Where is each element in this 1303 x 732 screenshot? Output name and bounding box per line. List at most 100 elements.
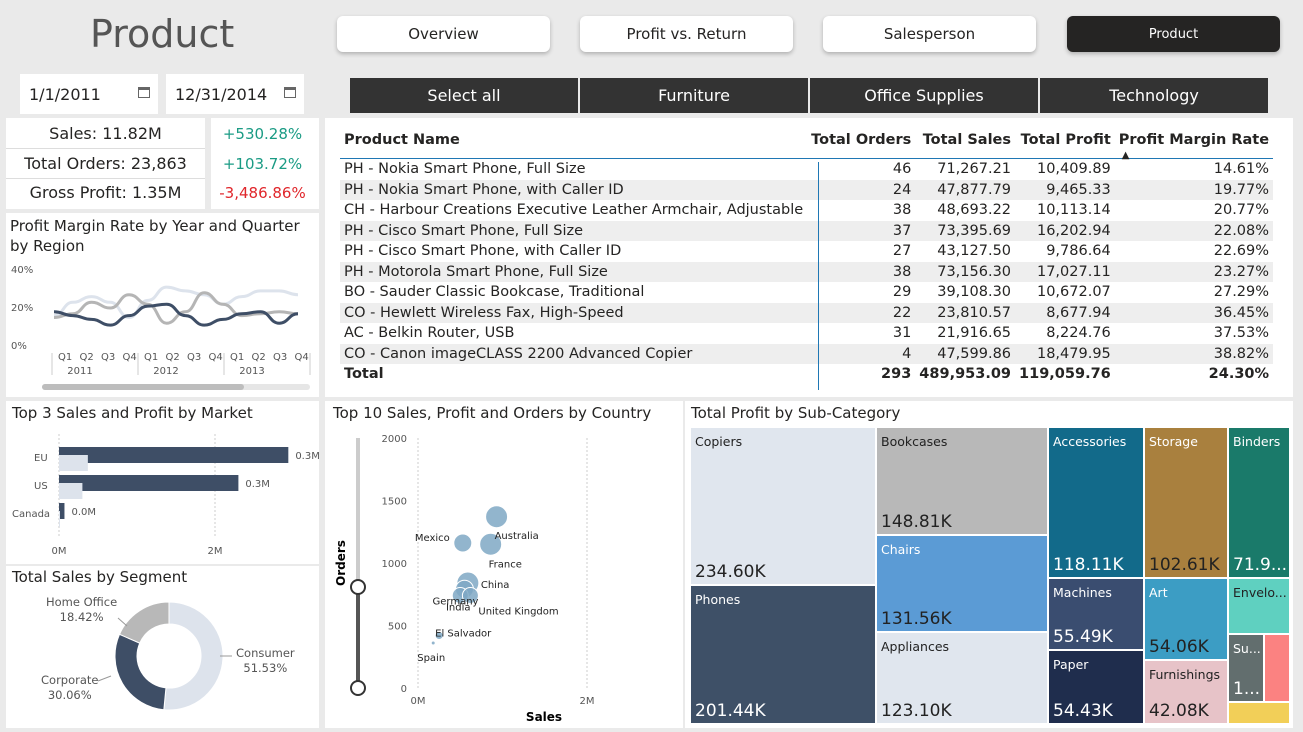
cell-value: 47,599.86 — [937, 345, 1012, 362]
x-tick-label: Q3 — [101, 352, 115, 363]
y-tick-label: 2000 — [382, 434, 407, 445]
col-product-name[interactable]: Product Name — [340, 122, 807, 159]
nav-profit-vs-return-button[interactable]: Profit vs. Return — [580, 16, 793, 52]
category-label: US — [34, 481, 48, 492]
treemap-cell-label: Envelo... — [1233, 585, 1287, 600]
treemap-cell[interactable]: Accessories 118.11K — [1048, 427, 1144, 578]
treemap-cell[interactable]: Machines 55.49K — [1048, 578, 1144, 650]
bubble — [485, 505, 509, 529]
treemap-cell-label: Paper — [1053, 657, 1089, 672]
col-profit-margin-rate[interactable]: Profit Margin Rate ▲ — [1115, 122, 1273, 161]
legend-consumer: Consumer 51.53% — [236, 646, 295, 676]
y-tick-label: 40% — [11, 265, 33, 276]
cell-value: 8,224.76 — [1046, 325, 1111, 342]
kpi-sales-change: +530.28% — [222, 124, 303, 143]
profit-bar — [59, 455, 88, 471]
col-total-profit[interactable]: Total Profit — [1015, 122, 1115, 159]
treemap-cell-label: Copiers — [695, 434, 743, 449]
treemap-cell-value: 54.06K — [1149, 637, 1209, 657]
x-tick-label: Q4 — [123, 352, 137, 363]
table-row[interactable]: BO - Sauder Classic Bookcase, Traditiona… — [340, 282, 1274, 303]
scatter-chart: 0M 2M 2000 1500 1000 500 0 Sales Orders Australia… — [334, 434, 595, 724]
total-label: Total — [344, 366, 384, 383]
table-row[interactable]: PH - Nokia Smart Phone, Full Size 46 71,26… — [340, 158, 1274, 180]
table-row[interactable]: CH - Harbour Creations Executive Leather… — [340, 200, 1274, 221]
cell-value: 19.77% — [1213, 181, 1270, 198]
bubble — [453, 533, 473, 553]
page-title: Product — [90, 12, 235, 56]
y-tick-label: 500 — [388, 622, 407, 633]
year-label: 2013 — [239, 366, 264, 377]
category-label: Canada — [12, 509, 50, 520]
treemap-cell[interactable]: Appliances 123.10K — [876, 632, 1048, 724]
slicer-office-supplies[interactable]: Office Supplies — [810, 78, 1038, 113]
end-date-input[interactable]: 12/31/2014 — [166, 74, 304, 114]
calendar-icon[interactable] — [284, 87, 296, 98]
end-date-value: 12/31/2014 — [175, 84, 268, 104]
x-tick-label: Q4 — [209, 352, 223, 363]
treemap-cell[interactable]: Storage 102.61K — [1144, 427, 1228, 578]
cell-value: 21,916.65 — [937, 325, 1012, 342]
table-row[interactable]: PH - Motorola Smart Phone, Full Size 38 73… — [340, 261, 1274, 282]
treemap-cell[interactable]: Art 54.06K — [1144, 578, 1228, 660]
treemap-cell-value: 42.08K — [1149, 701, 1209, 721]
nav-overview-button[interactable]: Overview — [337, 16, 550, 52]
cell-value: 22.08% — [1213, 222, 1270, 239]
year-label: 2012 — [153, 366, 178, 377]
table-row[interactable]: CO - Canon imageCLASS 2200 Advanced Copi… — [340, 343, 1274, 364]
treemap-cell[interactable]: Furnishings 42.08K — [1144, 660, 1228, 724]
treemap-cell[interactable]: Binders 71.9... — [1228, 427, 1290, 578]
treemap-cell[interactable]: Paper 54.43K — [1048, 650, 1144, 724]
y-tick-label: 1000 — [382, 559, 407, 570]
cell-product-name: PH - Cisco Smart Phone, with Caller ID — [344, 243, 622, 260]
table-row[interactable]: CO - Hewlett Wireless Fax, High-Speed 22 2… — [340, 302, 1274, 323]
col-total-orders[interactable]: Total Orders — [807, 122, 915, 159]
total-value: 24.30% — [1208, 366, 1270, 383]
treemap-cell[interactable]: Envelo... — [1228, 578, 1290, 634]
range-slider-handle[interactable] — [350, 680, 366, 696]
x-tick-label: Q3 — [273, 352, 287, 363]
cell-product-name: AC - Belkin Router, USB — [344, 325, 515, 342]
profit-bar — [59, 483, 83, 499]
sales-bar — [59, 447, 289, 463]
data-label: 0.3M — [245, 479, 270, 490]
market-chart-card: Top 3 Sales and Profit by Market 0M 2M EU 0… — [6, 401, 319, 564]
table-row[interactable]: PH - Nokia Smart Phone, with Caller ID 24… — [340, 179, 1274, 200]
treemap-cell[interactable]: Chairs 131.56K — [876, 535, 1048, 632]
treemap-cell[interactable]: Bookcases 148.81K — [876, 427, 1048, 535]
treemap-cell[interactable]: Su... 1... — [1228, 634, 1264, 702]
slicer-select-all[interactable]: Select all — [350, 78, 578, 113]
x-tick-label: Q1 — [230, 352, 244, 363]
range-slider-handle[interactable] — [350, 579, 366, 595]
nav-salesperson-button[interactable]: Salesperson — [823, 16, 1036, 52]
cell-value: 48,693.22 — [937, 202, 1012, 219]
cell-value: 17,027.11 — [1036, 263, 1111, 280]
segment-chart-card: Total Sales by Segment Home Office 18.42… — [6, 566, 319, 728]
cell-value: 37.53% — [1213, 325, 1270, 342]
col-total-sales[interactable]: Total Sales — [915, 122, 1015, 159]
treemap-cell-value: 55.49K — [1053, 627, 1113, 647]
legend-home-office: Home Office 18.42% — [46, 595, 117, 625]
cell-value: 37 — [892, 222, 912, 239]
cell-value: 39,108.30 — [937, 284, 1012, 301]
treemap-cell[interactable]: Copiers 234.60K — [690, 427, 876, 585]
category-label: EU — [34, 453, 48, 464]
bubble-label: India — [446, 603, 471, 614]
table-row[interactable]: PH - Cisco Smart Phone, Full Size 37 73,39… — [340, 220, 1274, 241]
treemap-cell-label: Appliances — [881, 639, 950, 654]
nav-product-button[interactable]: Product — [1067, 16, 1280, 52]
treemap-cell-value: 123.10K — [881, 701, 952, 721]
cell-value: 73,395.69 — [937, 222, 1012, 239]
treemap-cell[interactable]: Phones 201.44K — [690, 585, 876, 724]
slicer-technology[interactable]: Technology — [1040, 78, 1268, 113]
table-row[interactable]: PH - Cisco Smart Phone, with Caller ID 27… — [340, 241, 1274, 262]
sort-ascending-icon: ▲ — [1121, 150, 1130, 161]
treemap-cell[interactable] — [1264, 634, 1290, 702]
cell-value: 22.69% — [1213, 243, 1270, 260]
start-date-input[interactable]: 1/1/2011 — [20, 74, 158, 114]
slicer-furniture[interactable]: Furniture — [580, 78, 808, 113]
calendar-icon[interactable] — [138, 87, 150, 98]
treemap-cell[interactable] — [1228, 702, 1290, 724]
treemap-cell-label: Storage — [1149, 434, 1198, 449]
table-row[interactable]: AC - Belkin Router, USB 31 21,916.65 8,224.… — [340, 323, 1274, 344]
